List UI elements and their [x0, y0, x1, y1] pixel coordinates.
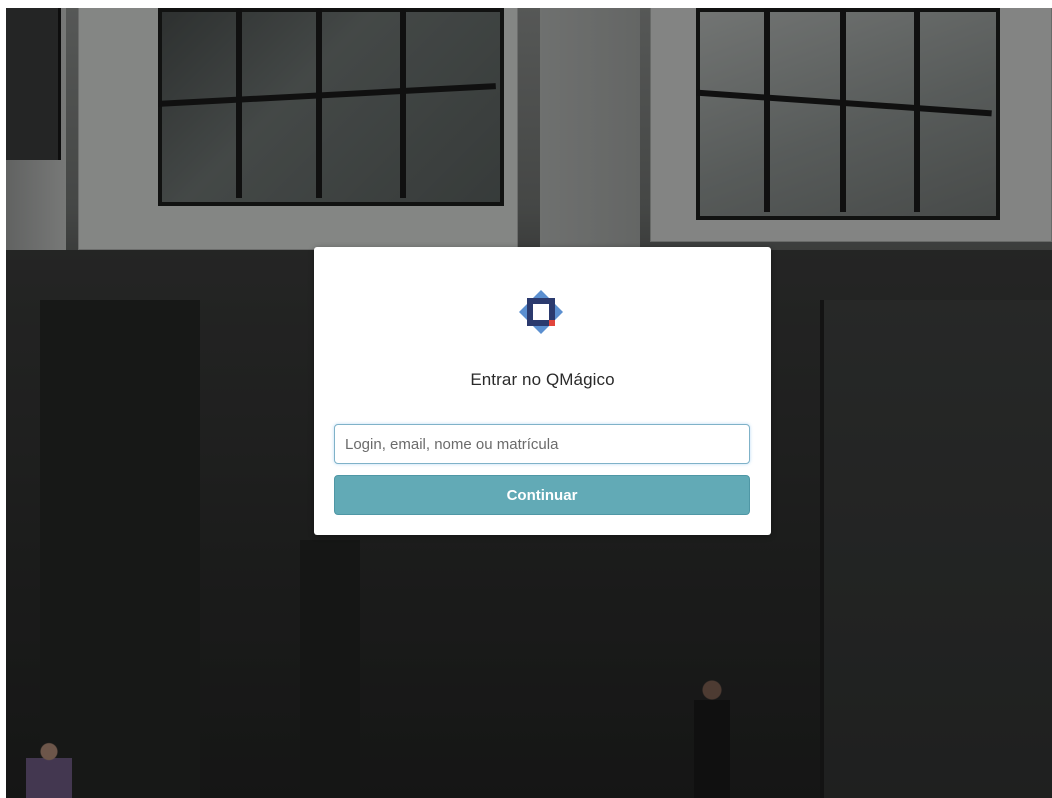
login-input[interactable]	[334, 424, 750, 464]
left-edge	[0, 0, 6, 798]
logo-accent-corner	[549, 320, 555, 326]
qmagico-logo-icon	[519, 290, 563, 334]
logo-inner-square	[533, 304, 549, 320]
login-page: Entrar no QMágico Continuar	[0, 0, 1052, 798]
login-title: Entrar no QMágico	[470, 370, 615, 389]
continue-button[interactable]: Continuar	[334, 475, 750, 515]
top-edge	[0, 0, 1052, 8]
